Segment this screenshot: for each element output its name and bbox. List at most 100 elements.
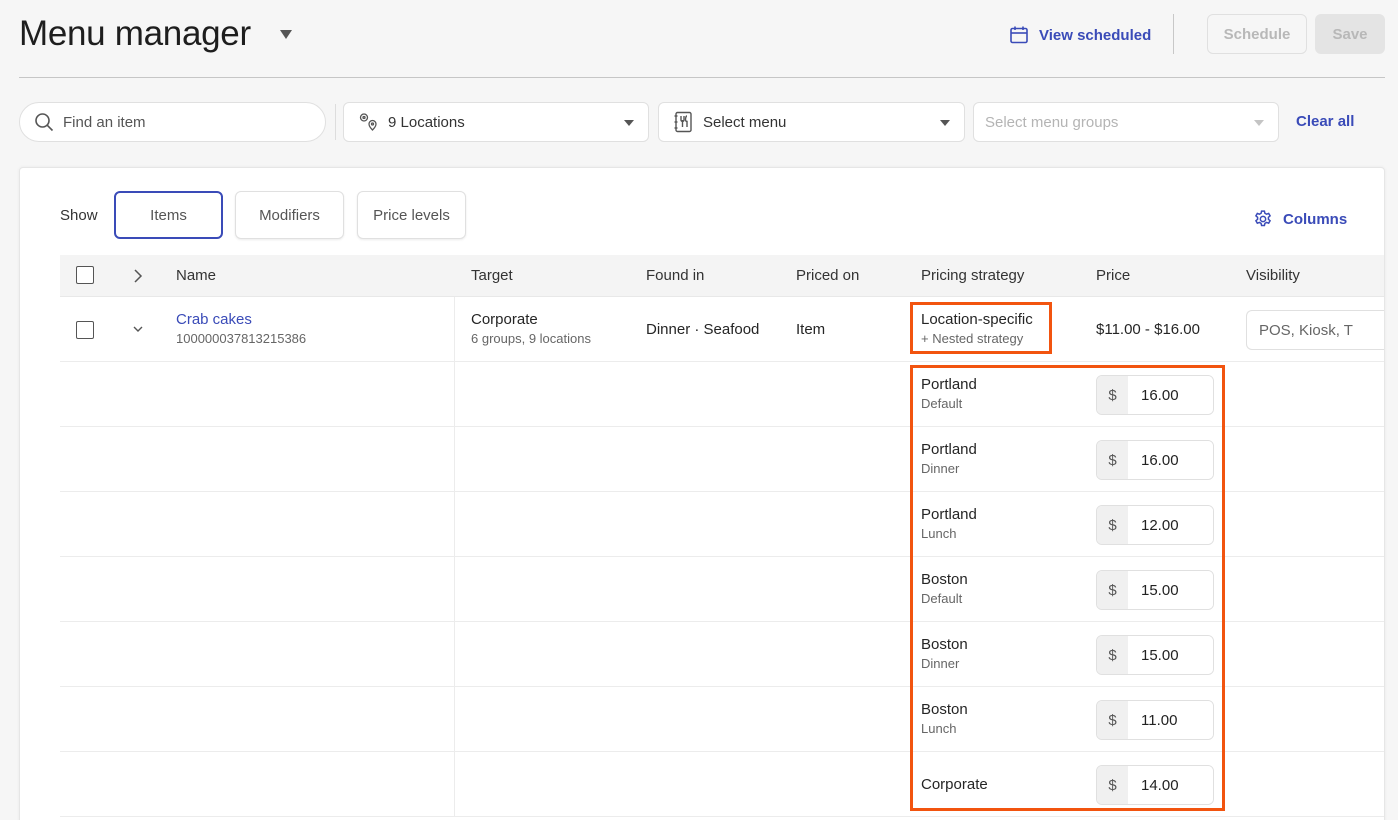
location-name: Portland [921, 441, 977, 458]
locations-select[interactable]: 9 Locations [343, 102, 649, 142]
location-price-field[interactable]: $ [1096, 375, 1214, 415]
location-price-input[interactable] [1128, 506, 1213, 544]
location-name: Portland [921, 376, 977, 393]
clear-all-link[interactable]: Clear all [1296, 113, 1354, 130]
location-sub: Dinner [921, 656, 960, 671]
search-icon [35, 113, 54, 132]
show-items-toggle[interactable]: Items [114, 191, 223, 239]
currency-symbol: $ [1097, 766, 1128, 804]
save-button[interactable]: Save [1315, 14, 1385, 54]
show-price-levels-toggle[interactable]: Price levels [357, 191, 466, 239]
item-name-link[interactable]: Crab cakes [176, 311, 306, 328]
location-price-row: Boston Dinner $ [60, 622, 1384, 687]
location-sub: Default [921, 396, 963, 411]
item-id: 100000037813215386 [176, 331, 307, 346]
location-price-row: Boston Lunch $ [60, 687, 1384, 752]
header-target[interactable]: Target [471, 267, 513, 284]
location-price-input[interactable] [1128, 441, 1213, 479]
location-price-field[interactable]: $ [1096, 635, 1214, 675]
location-price-rows: Portland Default $ Portland Dinner $ Por… [60, 362, 1384, 817]
column-divider [454, 427, 455, 491]
location-price-field[interactable]: $ [1096, 765, 1214, 805]
collapse-row-chevron-icon[interactable] [131, 324, 145, 334]
location-sub: Lunch [921, 721, 957, 736]
visibility-select[interactable]: POS, Kiosk, T [1246, 310, 1384, 350]
header-pricing-strategy[interactable]: Pricing strategy [921, 267, 1024, 284]
location-sub: Dinner [921, 461, 960, 476]
location-price-field[interactable]: $ [1096, 505, 1214, 545]
column-divider [454, 557, 455, 621]
show-modifiers-toggle[interactable]: Modifiers [235, 191, 344, 239]
header-found-in[interactable]: Found in [646, 267, 704, 284]
page-header: Menu manager View scheduled Schedule Sav… [19, 0, 1385, 78]
header-divider [1173, 14, 1174, 54]
item-pricing-strategy: Location-specific [921, 311, 1033, 328]
currency-symbol: $ [1097, 701, 1128, 739]
locations-pin-icon [359, 113, 377, 131]
search-input[interactable] [63, 113, 303, 131]
location-name: Corporate [921, 776, 988, 793]
search-field[interactable] [19, 102, 326, 142]
location-price-row: Portland Default $ [60, 362, 1384, 427]
header-visibility[interactable]: Visibility [1246, 267, 1300, 284]
title-dropdown-caret-icon[interactable] [280, 30, 292, 39]
location-price-input[interactable] [1128, 636, 1213, 674]
item-price-range: $11.00 - $16.00 [1096, 321, 1200, 338]
select-all-checkbox[interactable] [76, 266, 94, 284]
location-price-input[interactable] [1128, 571, 1213, 609]
header-price[interactable]: Price [1096, 267, 1130, 284]
location-price-input[interactable] [1128, 376, 1213, 414]
item-pricing-strategy-sub: + Nested strategy [921, 331, 1024, 346]
location-price-field[interactable]: $ [1096, 700, 1214, 740]
table-row: Crab cakes 100000037813215386 Corporate … [60, 297, 1384, 362]
column-divider [454, 687, 455, 751]
filter-bar: 9 Locations Select menu Select menu grou… [19, 102, 1385, 142]
page-title: Menu manager [19, 14, 251, 53]
location-name: Portland [921, 506, 977, 523]
location-price-input[interactable] [1128, 766, 1213, 804]
column-divider [454, 297, 455, 361]
location-name: Boston [921, 701, 968, 718]
menu-select[interactable]: Select menu [658, 102, 965, 142]
menu-select-placeholder: Select menu [703, 113, 787, 131]
columns-label: Columns [1283, 210, 1348, 228]
location-sub: Default [921, 591, 963, 606]
items-card: Show Items Modifiers Price levels Column… [19, 167, 1385, 820]
item-priced-on: Item [796, 321, 826, 338]
location-name: Boston [921, 636, 968, 653]
menu-groups-placeholder: Select menu groups [985, 113, 1119, 131]
locations-value: 9 Locations [388, 113, 465, 131]
calendar-icon [1010, 26, 1028, 44]
chevron-down-icon [1254, 120, 1264, 126]
schedule-button[interactable]: Schedule [1207, 14, 1307, 54]
columns-button[interactable]: Columns [1253, 209, 1347, 229]
row-checkbox[interactable] [76, 321, 94, 339]
filter-divider [335, 104, 336, 140]
location-price-input[interactable] [1128, 701, 1213, 739]
item-found-in: Dinner · Seafood [646, 321, 760, 338]
table-header: Name Target Found in Priced on Pricing s… [60, 255, 1384, 297]
location-price-row: Portland Dinner $ [60, 427, 1384, 492]
column-divider [454, 362, 455, 426]
location-price-field[interactable]: $ [1096, 570, 1214, 610]
currency-symbol: $ [1097, 376, 1128, 414]
currency-symbol: $ [1097, 506, 1128, 544]
location-price-row: Boston Default $ [60, 557, 1384, 622]
column-divider [454, 492, 455, 556]
column-divider [454, 622, 455, 686]
header-name[interactable]: Name [176, 267, 216, 284]
location-price-row: Portland Lunch $ [60, 492, 1384, 557]
chevron-down-icon [940, 120, 950, 126]
location-sub: Lunch [921, 526, 957, 541]
expand-all-chevron-icon[interactable] [132, 267, 144, 285]
column-divider [454, 752, 455, 816]
location-price-row: Corporate $ [60, 752, 1384, 817]
view-scheduled-button[interactable]: View scheduled [1009, 22, 1151, 48]
header-priced-on[interactable]: Priced on [796, 267, 859, 284]
currency-symbol: $ [1097, 441, 1128, 479]
menu-groups-select[interactable]: Select menu groups [973, 102, 1279, 142]
location-name: Boston [921, 571, 968, 588]
location-price-field[interactable]: $ [1096, 440, 1214, 480]
item-target-sub: 6 groups, 9 locations [471, 331, 591, 346]
view-scheduled-label: View scheduled [1039, 26, 1152, 44]
